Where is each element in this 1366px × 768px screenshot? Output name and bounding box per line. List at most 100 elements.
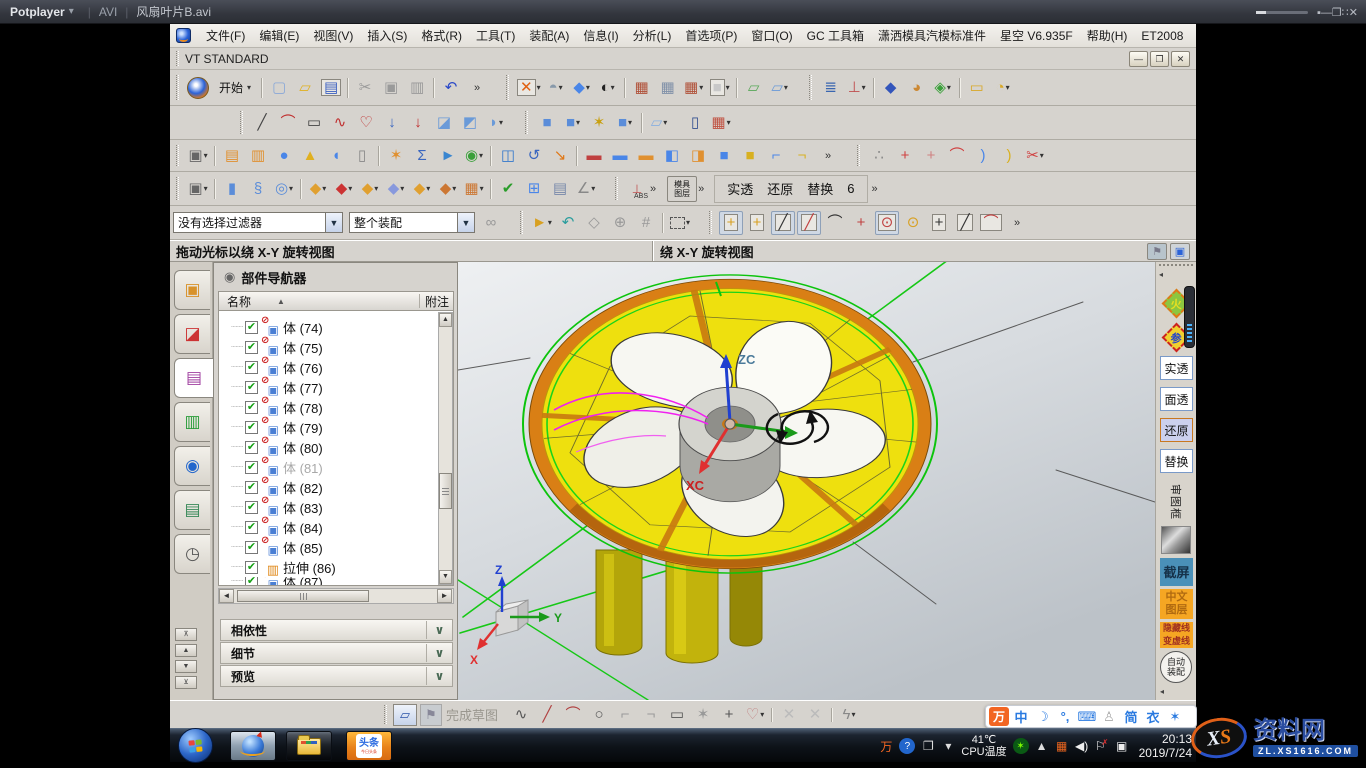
cube-blue-icon[interactable]: ■ <box>712 144 736 168</box>
viewport-canvas[interactable]: ZC XC <box>458 262 1155 700</box>
checkered-flag-icon[interactable]: ⚑ <box>1147 243 1167 260</box>
scroll-left-icon[interactable]: ◄ <box>219 589 234 603</box>
simplified-icon[interactable]: 简 <box>1121 707 1141 726</box>
sketch-spline-icon[interactable]: ∿ <box>509 703 533 727</box>
player-control-1[interactable]: — <box>1321 7 1332 19</box>
menu-item-7[interactable]: 信息(I) <box>576 25 625 47</box>
trim-curve-icon[interactable]: ✂▾ <box>1023 144 1047 168</box>
pad-orange-icon[interactable]: ▬ <box>634 144 658 168</box>
sketch-fillet-2-icon[interactable]: ¬ <box>639 703 663 727</box>
scrollbar-thumb[interactable] <box>237 590 369 602</box>
undo-icon[interactable]: ↶ <box>439 76 463 100</box>
nx-app-icon[interactable] <box>176 28 191 43</box>
skin-icon[interactable]: 衣 <box>1143 707 1163 726</box>
marquee-select-icon[interactable]: ▾ <box>668 211 692 235</box>
tree-item[interactable]: ┈┈✔体 (85) <box>219 537 453 557</box>
snap-slash-icon[interactable]: ╱ <box>953 211 977 235</box>
resource-tab-reuse-library[interactable]: ▥ <box>174 402 210 442</box>
overflow-icon[interactable]: » <box>816 144 840 168</box>
rectangle-icon[interactable]: ▭ <box>302 111 326 135</box>
network-icon[interactable]: ▣ <box>1115 739 1129 753</box>
snap-quad-icon[interactable]: + <box>745 211 769 235</box>
project-curve-icon[interactable]: ↓ <box>380 111 404 135</box>
resource-nav-1[interactable]: ▲ <box>175 644 197 657</box>
player-control-2[interactable]: ❐ <box>1332 7 1342 19</box>
menu-item-2[interactable]: 视图(V) <box>306 25 360 47</box>
menu-item-8[interactable]: 分析(L) <box>626 25 679 47</box>
gc-tool-2-icon[interactable]: ◆▾ <box>332 177 356 201</box>
chinese-mode-icon[interactable]: 中 <box>1011 707 1031 726</box>
library-icon[interactable]: ◫ <box>496 144 520 168</box>
save-icon[interactable]: ▤ <box>319 76 343 100</box>
player-control-3[interactable]: ∷ <box>1342 7 1349 19</box>
tree-item[interactable]: ┈┈✔体 (84) <box>219 517 453 537</box>
sketch-rect-icon[interactable]: ▭ <box>665 703 689 727</box>
seek-bar[interactable] <box>1256 11 1308 14</box>
tube-icon[interactable]: ◗▾ <box>484 111 508 135</box>
action-center-flag-icon[interactable]: ⚐✗ <box>1095 739 1109 753</box>
gc-button-面透[interactable]: 面透 <box>1160 387 1193 411</box>
column-divider[interactable] <box>419 294 420 308</box>
menu-item-3[interactable]: 插入(S) <box>360 25 414 47</box>
gc-tool-4-icon[interactable]: ◆▾ <box>384 177 408 201</box>
restore-tray-icon[interactable]: ❐ <box>921 739 935 753</box>
grip-tool-icon[interactable]: # <box>634 211 658 235</box>
point-target-icon[interactable]: + <box>919 144 943 168</box>
menu-item-13[interactable]: 星空 V6.935F <box>993 25 1080 47</box>
combo-arrow-icon[interactable]: ▼ <box>325 213 342 232</box>
mesh-surface-icon[interactable]: ▦▾ <box>709 111 733 135</box>
taskbar-clock[interactable]: 20:13 2019/7/24 <box>1139 732 1192 760</box>
toolbar-grip[interactable] <box>709 211 712 234</box>
point-red-icon[interactable]: + <box>893 144 917 168</box>
snap-mid-icon[interactable]: + <box>719 211 743 235</box>
trim-sheet-icon[interactable]: ◪ <box>432 111 456 135</box>
gc-button-自动装配[interactable]: 自动装配 <box>1160 651 1192 683</box>
tree-item[interactable]: ┈┈✔体 (81) <box>219 457 453 477</box>
menu-item-5[interactable]: 工具(T) <box>469 25 522 47</box>
gc-button-还原[interactable]: 还原 <box>1160 418 1193 442</box>
taskbar-item-nx[interactable] <box>230 731 276 761</box>
cube-gold-icon[interactable]: ■ <box>738 144 762 168</box>
sogou-logo-icon[interactable]: 万 <box>989 707 1009 726</box>
snap-center-icon[interactable]: ⊙ <box>901 211 925 235</box>
gc-grid-icon[interactable]: ▦▾ <box>462 177 486 201</box>
section-预览[interactable]: 预览∨ <box>220 665 453 687</box>
fit-view-icon[interactable]: ✕▾ <box>516 76 542 100</box>
sogou-tray-icon[interactable]: 万 <box>879 738 893 755</box>
menu-item-0[interactable]: 文件(F) <box>199 25 252 47</box>
gc-tool-6-icon[interactable]: ◆▾ <box>436 177 460 201</box>
block-orange-icon[interactable]: ◨ <box>686 144 710 168</box>
mdi-control-2[interactable]: ✕ <box>1171 51 1190 67</box>
ime-settings-icon[interactable]: ✶ <box>1165 707 1185 726</box>
measure-distance-icon[interactable]: ▭ <box>965 76 989 100</box>
tree-item[interactable]: ┈┈✔体 (77) <box>219 377 453 397</box>
tree-item[interactable]: ┈┈✔体 (76) <box>219 357 453 377</box>
vertical-scrollbar[interactable]: ▲ ▼ <box>438 312 453 585</box>
resource-nav-3[interactable]: ⊻ <box>175 676 197 689</box>
line-icon[interactable]: ╱ <box>250 111 274 135</box>
cylinder-tool-icon[interactable]: ▮ <box>220 177 244 201</box>
tree-item[interactable]: ┈┈✔体 (74) <box>219 317 453 337</box>
gc-button-截屏[interactable]: 截屏 <box>1160 558 1193 586</box>
sheet-body-icon[interactable]: ▯ <box>683 111 707 135</box>
node-display-icon[interactable]: ◉▾ <box>462 144 486 168</box>
overflow-icon[interactable]: » <box>872 180 878 198</box>
menu-item-9[interactable]: 首选项(P) <box>678 25 744 47</box>
mdi-control-0[interactable]: — <box>1129 51 1148 67</box>
snap-arc-icon[interactable]: ⌒ <box>979 211 1003 235</box>
selection-filter-combo[interactable]: 没有选择过滤器 ▼ <box>173 212 343 233</box>
visibility-checkbox[interactable]: ✔ <box>245 541 258 554</box>
cpu-temp-readout[interactable]: 41℃ CPU温度 <box>961 734 1006 758</box>
visibility-checkbox[interactable]: ✔ <box>245 341 258 354</box>
help-tray-icon[interactable]: ? <box>899 738 915 754</box>
kc-tool-icon[interactable]: ∠▾ <box>574 177 598 201</box>
scroll-up-icon[interactable]: ▲ <box>439 313 452 327</box>
measure-angle-icon[interactable]: ◔▾ <box>991 76 1015 100</box>
view-window-2-icon[interactable]: ▣▾ <box>186 177 210 201</box>
snap-curve-icon[interactable]: ⌒ <box>823 211 847 235</box>
locate-icon[interactable]: ⊕ <box>608 211 632 235</box>
taskbar-item-toutiao[interactable]: 头条 今日头条 <box>346 731 392 761</box>
combo-arrow-icon[interactable]: ▼ <box>457 213 474 232</box>
cut-icon[interactable]: ✂ <box>353 76 377 100</box>
fan-speed-icon[interactable]: ✶ <box>1013 738 1029 754</box>
